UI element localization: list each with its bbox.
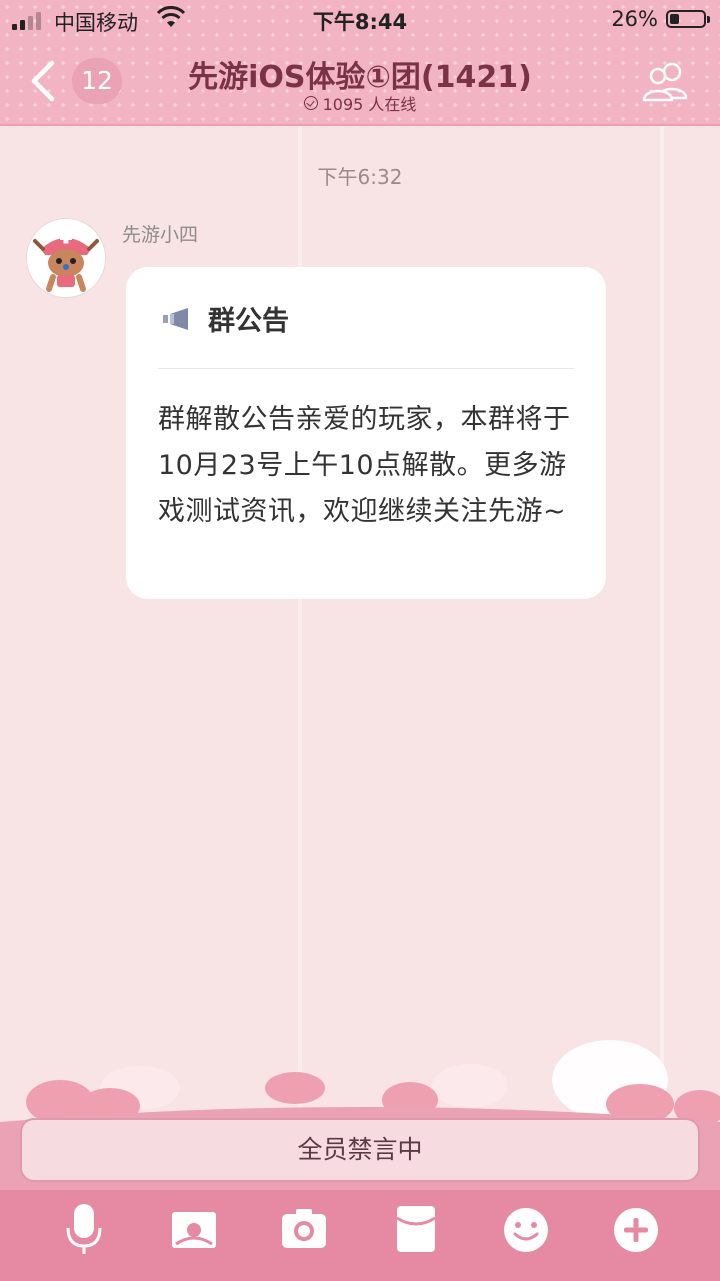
announcement-title: 群公告 [208, 306, 289, 337]
announcement-body: 群解散公告亲爱的玩家，本群将于10月23号上午10点解散。更多游戏测试资讯，欢迎… [158, 404, 571, 527]
battery-icon [666, 10, 710, 28]
input-toolbar [0, 1200, 720, 1260]
mute-status-bar: 全员禁言中 [20, 1118, 700, 1182]
camera-icon[interactable] [276, 1200, 332, 1260]
online-count: 1095 人在线 [322, 95, 417, 114]
announcement-card[interactable]: 群公告 群解散公告亲爱的玩家，本群将于10月23号上午10点解散。更多游戏测试资… [126, 267, 606, 599]
plus-icon[interactable] [608, 1200, 664, 1260]
image-icon[interactable] [166, 1200, 222, 1260]
members-icon[interactable] [640, 60, 692, 102]
sender-name: 先游小四 [122, 224, 199, 246]
battery-percentage: 26% [611, 7, 658, 31]
microphone-icon[interactable] [56, 1200, 112, 1260]
message-timestamp: 下午6:32 [317, 165, 403, 189]
megaphone-icon [163, 307, 188, 330]
divider [158, 368, 574, 369]
announcement-header: 群公告 [162, 299, 289, 338]
online-status: 1095 人在线 [0, 91, 720, 115]
emoji-icon[interactable] [498, 1200, 554, 1260]
status-bar: 中国移动 下午8:44 26% [0, 0, 720, 40]
chat-title: 先游iOS体验①团(1421) [188, 60, 532, 95]
red-packet-icon[interactable] [388, 1200, 444, 1260]
check-circle-icon [303, 96, 318, 110]
avatar[interactable] [26, 218, 106, 298]
chopper-avatar-image [27, 219, 105, 297]
header-bar: 中国移动 下午8:44 26% 12 先游iOS体验①团(1421) 1095 … [0, 0, 720, 126]
